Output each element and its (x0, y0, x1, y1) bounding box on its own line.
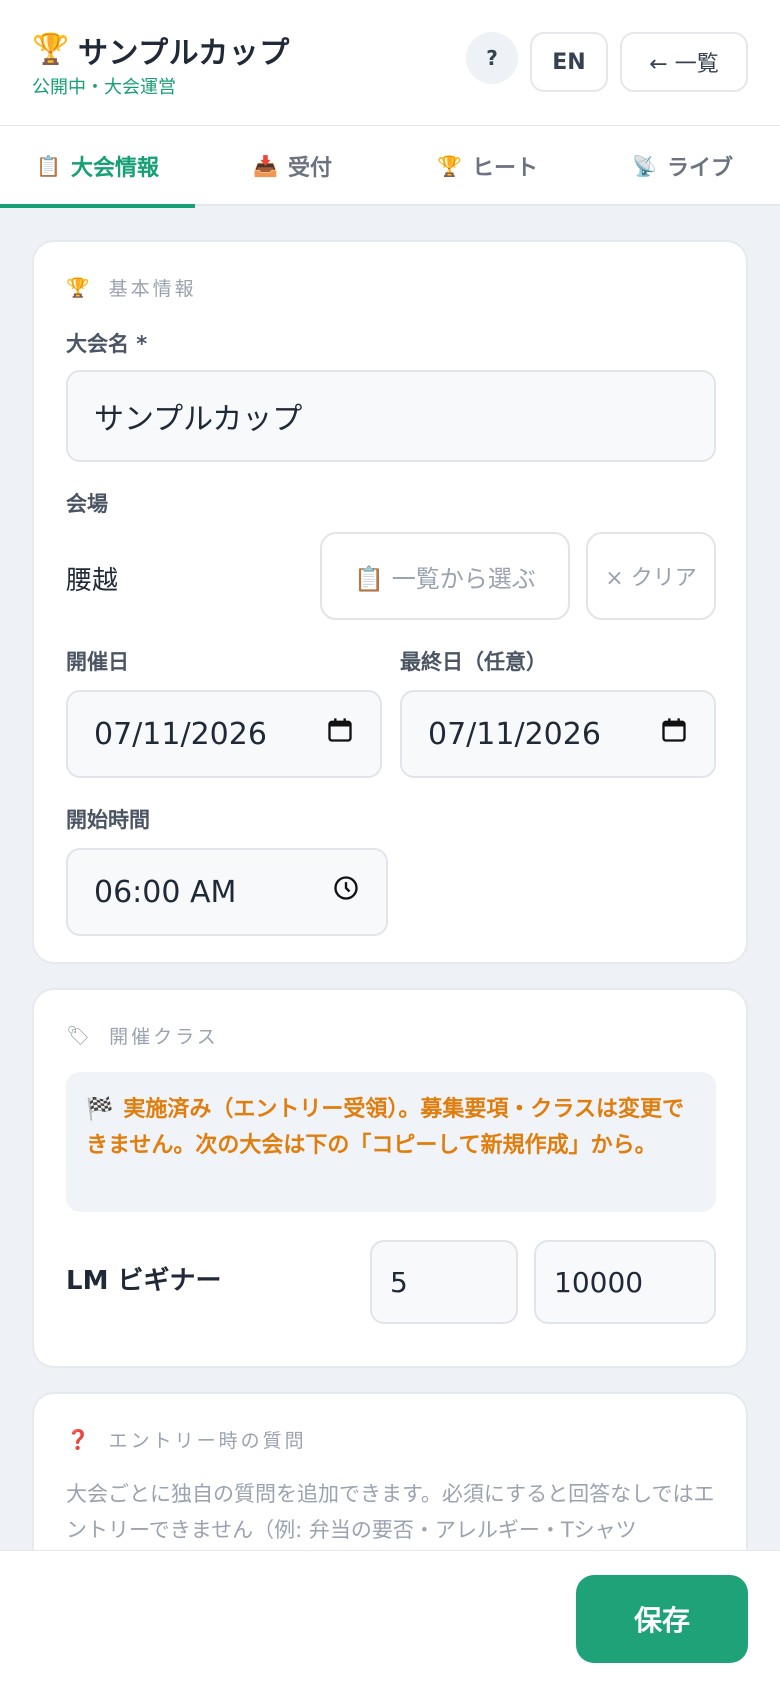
section-title-text: 開催クラス (109, 1026, 219, 1048)
tab-label: 受付 (287, 156, 332, 181)
tab-live[interactable]: 📡 ライブ (585, 126, 780, 206)
section-title-text: エントリー時の質問 (108, 1430, 307, 1452)
venue-label: 会場 (66, 492, 108, 516)
notice-text: 実施済み（エントリー受領）。募集要項・クラスは変更できません。次の大会は下の「コ… (86, 1097, 684, 1158)
venue-value: 腰越 (66, 566, 119, 596)
class-fee-value: 10000 (554, 1265, 644, 1299)
trophy-icon: 🏆 (437, 154, 462, 178)
save-button[interactable]: 保存 (576, 1575, 748, 1663)
choose-venue-button[interactable]: 📋 一覧から選ぶ (320, 532, 570, 620)
class-quantity-input[interactable]: 5 (370, 1240, 518, 1324)
question-icon: ❓ (66, 1429, 93, 1451)
event-name-label: 大会名 * (66, 332, 148, 356)
tab-heat[interactable]: 🏆 ヒート (390, 126, 585, 206)
footer-bar: 保存 (0, 1550, 780, 1688)
basic-info-card: 🏆 基本情報 大会名 * サンプルカップ 会場 腰越 📋 一覧から選ぶ × クリ… (32, 240, 748, 964)
section-title-text: 基本情報 (108, 278, 197, 300)
questions-description: 大会ごとに独自の質問を追加できます。必須にすると回答なしではエントリーできません… (66, 1482, 715, 1542)
tab-label: 大会情報 (70, 156, 159, 181)
locked-notice: 🏁 実施済み（エントリー受領）。募集要項・クラスは変更できません。次の大会は下の「… (66, 1072, 716, 1212)
tab-bar: 📋 大会情報 📥 受付 🏆 ヒート 📡 ライブ (0, 126, 780, 208)
calendar-icon[interactable] (326, 716, 354, 752)
satellite-icon: 📡 (632, 154, 657, 178)
class-name: LM ビギナー (66, 1266, 222, 1296)
checkered-flag-icon: 🏁 (86, 1097, 114, 1122)
class-fee-input[interactable]: 10000 (534, 1240, 716, 1324)
back-to-list-button[interactable]: ← 一覧 (620, 32, 748, 92)
clear-venue-button[interactable]: × クリア (586, 532, 716, 620)
section-title: 🏷 開催クラス (66, 1022, 219, 1049)
tab-event-info[interactable]: 📋 大会情報 (0, 126, 195, 208)
clock-icon[interactable] (332, 874, 360, 910)
title-row: 🏆 サンプルカップ (32, 28, 290, 72)
tab-label: ヒート (471, 156, 538, 181)
trophy-icon: 🏆 (32, 32, 70, 67)
inbox-icon: 📥 (253, 154, 278, 178)
calendar-icon[interactable] (660, 716, 688, 752)
class-quantity-value: 5 (390, 1265, 408, 1299)
tag-icon: 🏷 (66, 1025, 94, 1047)
language-button[interactable]: EN (530, 32, 608, 92)
section-title: 🏆 基本情報 (66, 274, 197, 301)
end-date-input[interactable]: 07/11/2026 (400, 690, 716, 778)
start-time-label: 開始時間 (66, 808, 150, 832)
help-button[interactable]: ? (466, 32, 518, 84)
event-name-value: サンプルカップ (94, 402, 303, 437)
section-title: ❓ エントリー時の質問 (66, 1426, 307, 1453)
start-time-input[interactable]: 06:00 AM (66, 848, 388, 936)
end-date-value: 07/11/2026 (428, 716, 601, 752)
trophy-icon: 🏆 (66, 277, 93, 299)
start-date-value: 07/11/2026 (94, 716, 267, 752)
start-date-label: 開催日 (66, 650, 129, 674)
start-time-value: 06:00 AM (94, 874, 237, 910)
event-name-input[interactable]: サンプルカップ (66, 370, 716, 462)
clipboard-icon: 📋 (36, 154, 61, 178)
app-header: 🏆 サンプルカップ 公開中・大会運営 ? EN ← 一覧 (0, 0, 780, 126)
tab-label: ライブ (666, 156, 733, 181)
end-date-label: 最終日（任意） (400, 650, 547, 674)
status-subtitle: 公開中・大会運営 (32, 77, 176, 98)
tab-reception[interactable]: 📥 受付 (195, 126, 390, 206)
page-title: サンプルカップ (78, 36, 290, 71)
start-date-input[interactable]: 07/11/2026 (66, 690, 382, 778)
event-classes-card: 🏷 開催クラス 🏁 実施済み（エントリー受領）。募集要項・クラスは変更できません。… (32, 988, 748, 1368)
